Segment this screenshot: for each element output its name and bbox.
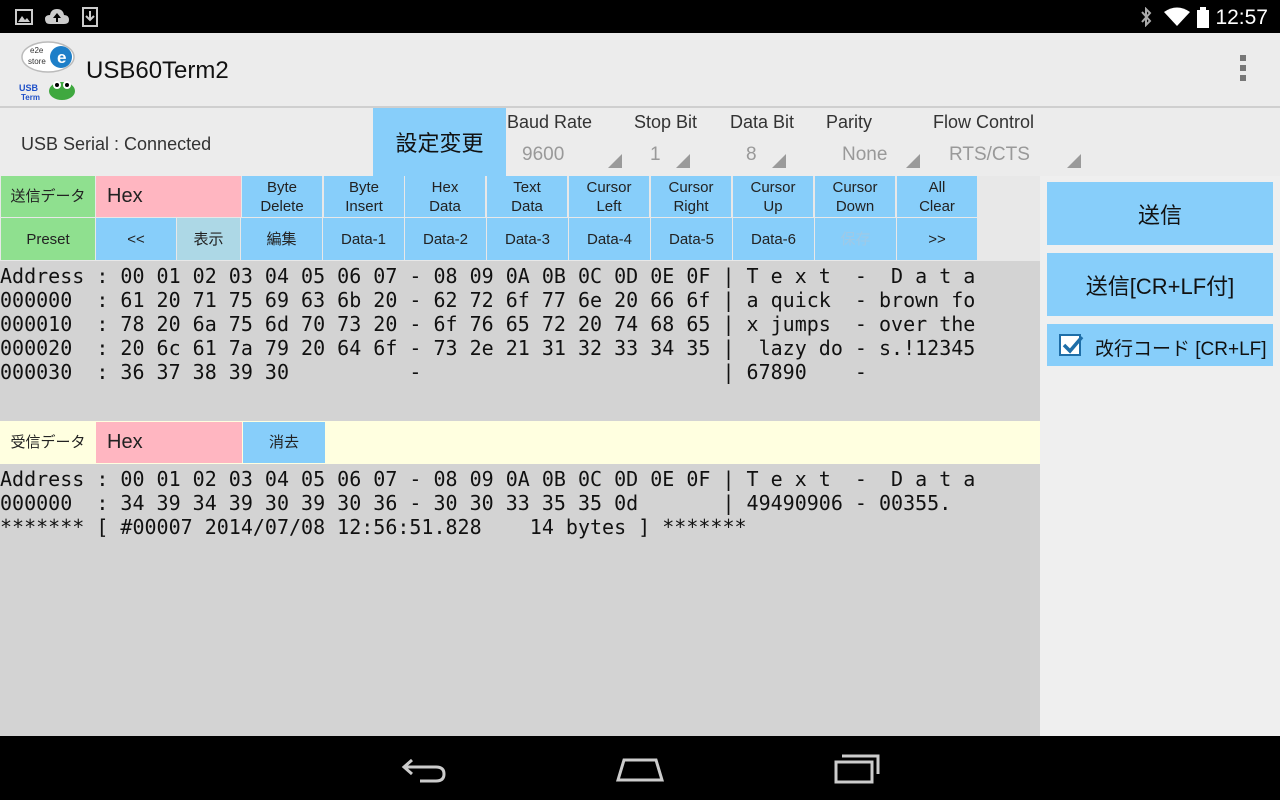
receive-clear-button[interactable]: 消去: [243, 422, 325, 463]
send-terminal-line: 000020 : 20 6c 61 7a 79 20 64 6f - 73 2e…: [0, 336, 976, 360]
settings-row: USB Serial : Connected 設定変更 Baud Rate 96…: [0, 108, 1280, 176]
image-icon: [14, 7, 34, 27]
parity-spinner[interactable]: None: [828, 144, 920, 170]
receive-terminal-line: Address : 00 01 02 03 04 05 06 07 - 08 0…: [0, 467, 976, 491]
data-2-button[interactable]: Data-2: [405, 218, 486, 260]
parity-value: None: [842, 144, 888, 165]
text-data-button[interactable]: Text Data: [487, 176, 567, 217]
edit-button[interactable]: 編集: [241, 218, 322, 260]
byte-insert-button[interactable]: Byte Insert: [324, 176, 404, 217]
send-crlf-button[interactable]: 送信[CR+LF付]: [1047, 253, 1273, 316]
svg-text:e: e: [57, 48, 66, 67]
change-settings-button[interactable]: 設定変更: [373, 108, 506, 176]
stop-bit-spinner[interactable]: 1: [636, 144, 690, 170]
svg-text:USB: USB: [19, 83, 39, 93]
data-6-button[interactable]: Data-6: [733, 218, 814, 260]
data-3-button[interactable]: Data-3: [487, 218, 568, 260]
cursor-right-button[interactable]: Cursor Right: [651, 176, 731, 217]
receive-data-label: 受信データ: [1, 421, 95, 463]
send-mode-hex[interactable]: Hex: [96, 176, 241, 217]
data-bit-spinner[interactable]: 8: [732, 144, 786, 170]
flow-control-label: Flow Control: [933, 112, 1035, 132]
cloud-upload-icon: [44, 7, 70, 27]
app-title: USB60Term2: [86, 57, 229, 84]
status-time: 12:57: [1215, 6, 1268, 29]
receive-terminal[interactable]: Address : 00 01 02 03 04 05 06 07 - 08 0…: [0, 464, 1040, 736]
flow-control-value: RTS/CTS: [949, 144, 1030, 165]
cursor-left-button[interactable]: Cursor Left: [569, 176, 649, 217]
receive-terminal-line: ******* [ #00007 2014/07/08 12:56:51.828…: [0, 515, 747, 539]
navigation-bar: [0, 736, 1280, 800]
all-clear-button[interactable]: All Clear: [897, 176, 977, 217]
data-bit-value: 8: [746, 144, 757, 165]
hex-data-button[interactable]: Hex Data: [405, 176, 485, 217]
data-5-button[interactable]: Data-5: [651, 218, 732, 260]
send-data-label: 送信データ: [1, 176, 95, 217]
back-icon[interactable]: [400, 754, 448, 784]
stop-bit-label: Stop Bit: [634, 112, 698, 132]
battery-icon: [1196, 7, 1210, 28]
send-terminal-line: 000030 : 36 37 38 39 30 - | 67890 -: [0, 360, 867, 384]
flow-control-spinner[interactable]: RTS/CTS: [935, 144, 1081, 170]
display-button[interactable]: 表示: [177, 218, 240, 260]
usb-status: USB Serial : Connected: [21, 134, 212, 154]
send-terminal-line: 000010 : 78 20 6a 75 6d 70 73 20 - 6f 76…: [0, 312, 976, 336]
recent-apps-icon[interactable]: [832, 752, 882, 784]
data-4-button[interactable]: Data-4: [569, 218, 650, 260]
stop-bit-value: 1: [650, 144, 661, 165]
bluetooth-icon: [1138, 6, 1158, 28]
baud-rate-spinner[interactable]: 9600: [508, 144, 622, 170]
action-bar: e e2e store USB Term USB60Term2: [0, 33, 1280, 108]
send-terminal[interactable]: Address : 00 01 02 03 04 05 06 07 - 08 0…: [0, 261, 1040, 421]
data-bit-label: Data Bit: [730, 112, 795, 132]
data-1-button[interactable]: Data-1: [323, 218, 404, 260]
byte-delete-button[interactable]: Byte Delete: [242, 176, 322, 217]
home-icon[interactable]: [614, 754, 666, 784]
send-terminal-line: Address : 00 01 02 03 04 05 06 07 - 08 0…: [0, 264, 976, 288]
crlf-checkbox[interactable]: 改行コード [CR+LF]: [1047, 324, 1273, 366]
preset-button[interactable]: Preset: [1, 218, 95, 260]
cursor-up-button[interactable]: Cursor Up: [733, 176, 813, 217]
svg-text:store: store: [28, 57, 46, 66]
next-button[interactable]: >>: [897, 218, 977, 260]
send-terminal-line: 000000 : 61 20 71 75 69 63 6b 20 - 62 72…: [0, 288, 976, 312]
receive-terminal-line: 000000 : 34 39 34 39 30 39 30 36 - 30 30…: [0, 491, 952, 515]
send-button[interactable]: 送信: [1047, 182, 1273, 245]
parity-label: Parity: [826, 112, 873, 132]
status-bar: 12:57: [0, 0, 1280, 33]
svg-text:e2e: e2e: [30, 46, 44, 55]
crlf-checkbox-label: 改行コード [CR+LF]: [1095, 339, 1267, 360]
wifi-icon: [1163, 7, 1191, 27]
baud-rate-label: Baud Rate: [507, 112, 593, 132]
cursor-down-button[interactable]: Cursor Down: [815, 176, 895, 217]
baud-rate-value: 9600: [522, 144, 565, 165]
save-button[interactable]: 保存: [815, 218, 896, 260]
checkbox-checked-icon[interactable]: [1059, 334, 1084, 356]
app-logo: e e2e store USB Term: [16, 39, 80, 103]
overflow-menu-icon[interactable]: [1236, 55, 1250, 85]
svg-text:Term: Term: [21, 93, 40, 102]
download-icon: [80, 7, 100, 27]
prev-button[interactable]: <<: [96, 218, 176, 260]
receive-mode-hex[interactable]: Hex: [96, 422, 242, 463]
